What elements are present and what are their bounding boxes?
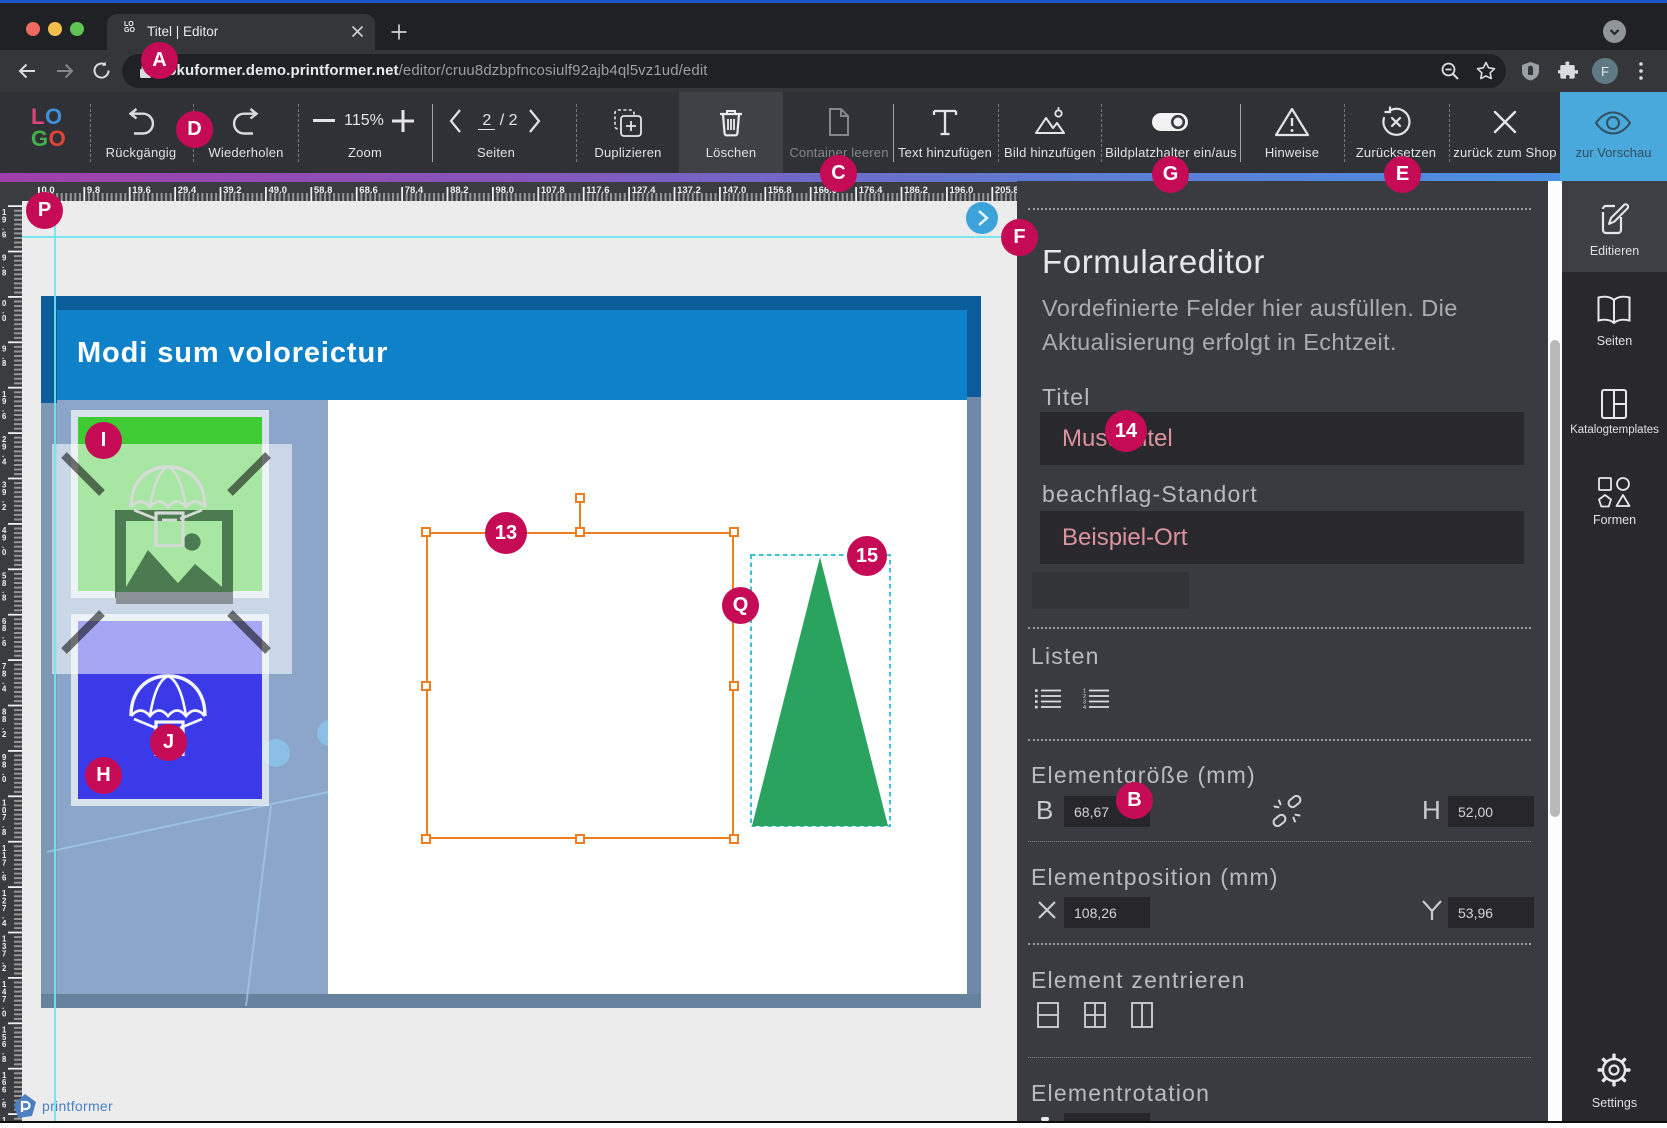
svg-text:0: 0	[2, 1010, 7, 1019]
svg-text:0: 0	[2, 314, 7, 323]
svg-text:6: 6	[2, 230, 7, 239]
svg-text:4: 4	[1083, 705, 1086, 711]
svg-text:4: 4	[2, 919, 7, 928]
svg-text:2: 2	[2, 730, 7, 739]
svg-text:0: 0	[2, 548, 7, 557]
svg-text:8: 8	[2, 594, 7, 603]
svg-text:8: 8	[2, 268, 7, 277]
svg-text:8: 8	[2, 359, 7, 368]
svg-text:4: 4	[2, 457, 7, 466]
svg-text:8: 8	[2, 1055, 7, 1064]
svg-text:2: 2	[2, 964, 7, 973]
svg-text:6: 6	[2, 873, 7, 882]
svg-text:6: 6	[2, 412, 7, 421]
svg-text:2: 2	[2, 503, 7, 512]
svg-text:0: 0	[2, 775, 7, 784]
svg-text:6: 6	[2, 1100, 7, 1109]
svg-text:6: 6	[2, 639, 7, 648]
svg-text:8: 8	[2, 828, 7, 837]
svg-text:4: 4	[2, 684, 7, 693]
